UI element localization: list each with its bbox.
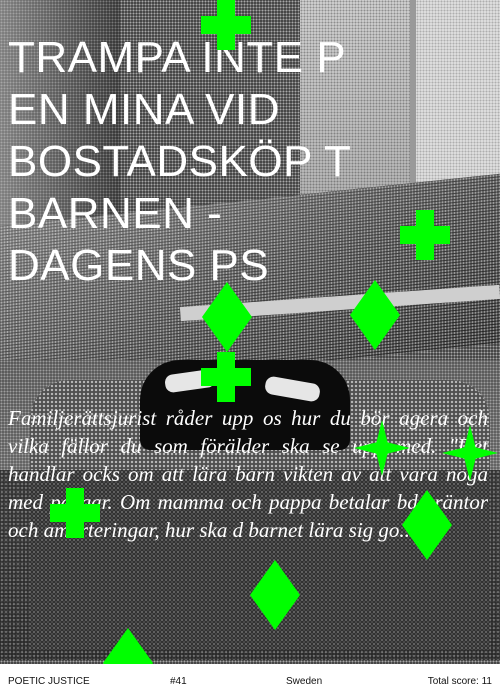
footer-total-score: Total score: 11	[427, 676, 492, 687]
footer-country: Sweden	[286, 676, 323, 687]
plus-icon	[400, 210, 450, 260]
footer-brand: POETIC JUSTICE	[8, 676, 90, 687]
plus-icon	[201, 352, 251, 402]
diamond-icon	[202, 282, 252, 352]
diamond-icon	[402, 490, 452, 560]
plus-icon	[50, 488, 100, 538]
poster: TRAMPA INTE P EN MINA VID BOSTADSKÖP T B…	[0, 0, 500, 699]
footer-issue-number: #41	[170, 676, 187, 687]
plus-icon	[201, 0, 251, 50]
diamond-icon	[250, 560, 300, 630]
diamond-icon	[350, 280, 400, 350]
footer-bar: POETIC JUSTICE #41 Sweden Total score: 1…	[0, 664, 500, 699]
